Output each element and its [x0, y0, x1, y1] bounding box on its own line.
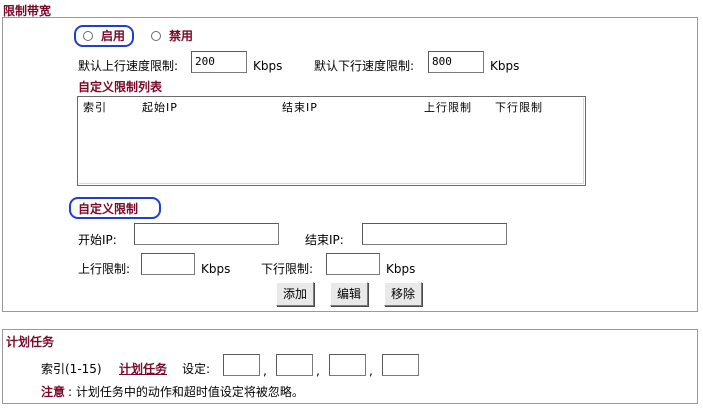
note-text: : 计划任务中的动作和超时值设定将被忽略。 [68, 385, 304, 399]
note-label: 注意 [41, 385, 66, 399]
schedule-field-4[interactable] [382, 354, 419, 376]
enable-radio[interactable] [83, 31, 93, 41]
schedule-field-3[interactable] [329, 354, 366, 376]
upload-limit-label: 上行限制: [78, 262, 131, 276]
download-limit-unit: Kbps [386, 262, 416, 276]
download-limit-label: 下行限制: [261, 262, 314, 276]
column-header-upload-limit: 上行限制 [424, 101, 472, 114]
column-header-download-limit: 下行限制 [495, 101, 543, 114]
disable-label: 禁用 [169, 29, 194, 43]
upload-limit-input[interactable] [141, 253, 195, 275]
custom-limit-title: 自定义限制 [78, 202, 139, 216]
schedule-separator: , [316, 364, 320, 378]
default-up-input[interactable]: 200 [191, 51, 247, 73]
end-ip-label: 结束IP: [305, 233, 344, 247]
upload-limit-unit: Kbps [201, 262, 231, 276]
edit-button[interactable]: 编辑 [330, 282, 368, 306]
custom-limit-list[interactable]: 索引 起始IP 结束IP 上行限制 下行限制 [77, 96, 586, 186]
add-button[interactable]: 添加 [276, 282, 314, 306]
schedule-separator: , [369, 364, 373, 378]
default-up-label: 默认上行速度限制: [78, 59, 179, 73]
custom-limit-list-inner: 索引 起始IP 结束IP 上行限制 下行限制 [79, 98, 584, 184]
schedule-section-title: 计划任务 [6, 335, 55, 349]
start-ip-input[interactable] [134, 223, 279, 245]
schedule-index-label: 索引(1-15) [41, 362, 102, 376]
remove-button[interactable]: 移除 [384, 282, 422, 306]
download-limit-input[interactable] [326, 253, 380, 275]
end-ip-input[interactable] [362, 223, 507, 245]
schedule-field-2[interactable] [276, 354, 313, 376]
column-header-start-ip: 起始IP [142, 101, 178, 114]
default-up-unit: Kbps [253, 59, 283, 73]
custom-list-title: 自定义限制列表 [78, 80, 163, 94]
schedule-separator: , [263, 364, 267, 378]
column-header-index: 索引 [83, 101, 107, 114]
column-header-end-ip: 结束IP [282, 101, 318, 114]
schedule-link[interactable]: 计划任务 [119, 362, 167, 376]
schedule-set-label: 设定: [182, 362, 211, 376]
disable-radio[interactable] [151, 31, 161, 41]
schedule-field-1[interactable] [223, 354, 260, 376]
default-down-label: 默认下行速度限制: [314, 59, 415, 73]
enable-label: 启用 [101, 29, 126, 43]
default-down-unit: Kbps [490, 59, 520, 73]
start-ip-label: 开始IP: [78, 233, 117, 247]
default-down-input[interactable]: 800 [428, 51, 484, 73]
